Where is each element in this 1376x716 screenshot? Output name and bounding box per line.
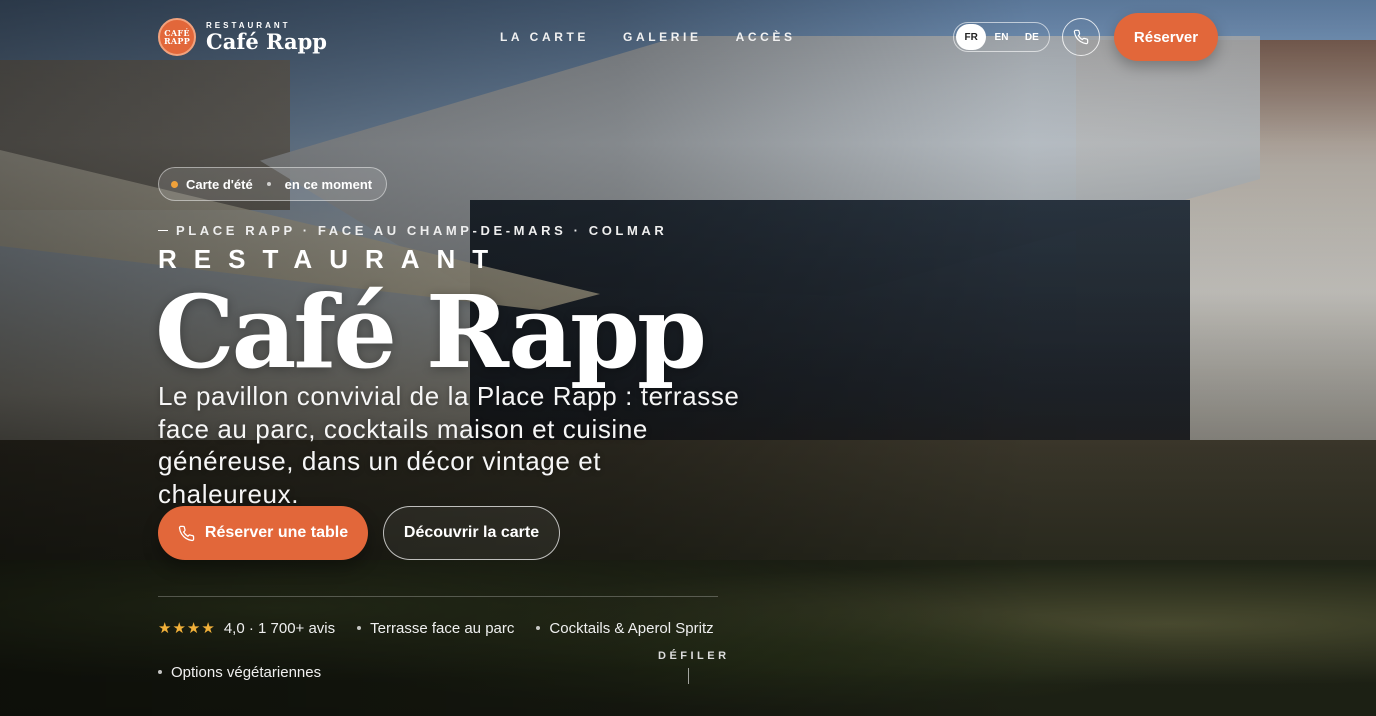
nav-item-acces[interactable]: ACCÈS [736, 30, 796, 44]
logo-badge-text: CAFÉ RAPP [163, 28, 191, 46]
rating-text: 4,0 · 1 700+ avis [223, 619, 336, 637]
highlight-item: Terrasse face au parc [357, 618, 514, 638]
hero-lead: Le pavillon convivial de la Place Rapp :… [158, 381, 740, 509]
reserve-table-button[interactable]: Réserver une table [158, 506, 368, 560]
nav-item-galerie[interactable]: GALERIE [623, 30, 702, 44]
hero-title: Café Rapp [155, 273, 707, 391]
highlight-item: Cocktails & Aperol Spritz [536, 618, 714, 638]
language-switcher: FR EN DE [953, 22, 1050, 52]
hero-divider [158, 596, 718, 597]
hero-highlights: ★ ★ ★ ★ 4,0 · 1 700+ avis Terrasse face au … [158, 618, 738, 682]
pill-separator [266, 182, 271, 186]
pill-label-main: Carte d'été [186, 176, 253, 192]
highlight-text: Terrasse face au parc [370, 619, 515, 637]
highlight-item: Options végétariennes [158, 662, 321, 682]
rating-highlight: ★ ★ ★ ★ 4,0 · 1 700+ avis [158, 618, 335, 638]
lang-option-de[interactable]: DE [1017, 24, 1047, 50]
hero-eyebrow: RESTAURANT [158, 244, 506, 274]
location-kicker: PLACE RAPP · FACE AU CHAMP-DE-MARS · COL… [158, 223, 667, 238]
lang-option-en[interactable]: EN [986, 24, 1016, 50]
main-nav: LA CARTE GALERIE ACCÈS [500, 30, 796, 44]
kicker-text: PLACE RAPP · FACE AU CHAMP-DE-MARS · COL… [176, 223, 668, 238]
scroll-label: DÉFILER [658, 650, 730, 662]
bullet [158, 670, 162, 674]
bullet [357, 626, 362, 630]
sun-icon [171, 180, 178, 188]
highlight-text: Cocktails & Aperol Spritz [549, 619, 714, 637]
phone-icon [1073, 29, 1089, 45]
reserve-table-label: Réserver une table [204, 524, 349, 541]
reserve-button[interactable]: Réserver [1114, 13, 1218, 61]
discover-menu-button[interactable]: Découvrir la carte [383, 506, 560, 560]
logo-link[interactable]: CAFÉ RAPP RESTAURANT Café Rapp [158, 18, 327, 56]
scroll-indicator[interactable]: DÉFILER [658, 650, 726, 684]
star-rating: ★ ★ ★ ★ [158, 619, 215, 637]
star-icon: ★ [186, 620, 201, 637]
highlight-text: Options végétariennes [171, 663, 322, 681]
star-icon: ★ [158, 620, 172, 637]
site-header: CAFÉ RAPP RESTAURANT Café Rapp LA CARTE … [0, 0, 1376, 74]
logo-name: Café Rapp [206, 28, 327, 54]
bullet [536, 626, 541, 630]
phone-button[interactable] [1062, 18, 1100, 56]
star-icon: ★ [201, 620, 215, 637]
logo-badge: CAFÉ RAPP [158, 18, 196, 56]
scroll-line [687, 668, 689, 684]
logo-text: RESTAURANT Café Rapp [206, 21, 327, 54]
pill-label-secondary: en ce moment [284, 176, 373, 192]
nav-item-carte[interactable]: LA CARTE [500, 30, 589, 44]
kicker-line [158, 230, 168, 231]
phone-icon [178, 525, 195, 541]
lang-option-fr[interactable]: FR [956, 24, 987, 50]
star-icon: ★ [172, 620, 186, 637]
seasonal-menu-pill[interactable]: Carte d'été en ce moment [158, 167, 388, 201]
